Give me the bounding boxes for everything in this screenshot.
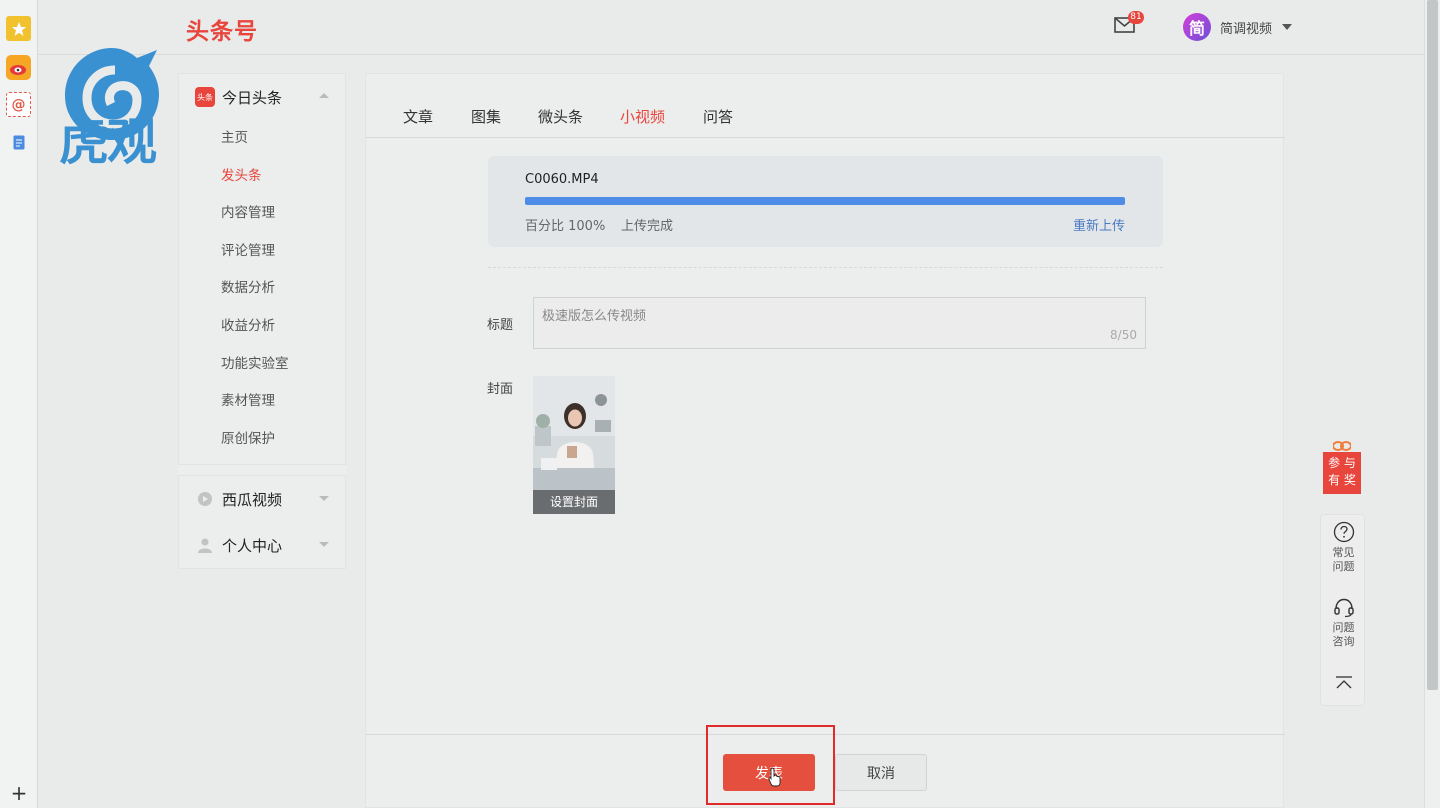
title-char-count: 8/50 — [1110, 328, 1137, 342]
gift-promo-badge[interactable]: 参 与 有 奖 — [1323, 438, 1361, 494]
sidebar-item-analytics[interactable]: 数据分析 — [179, 270, 345, 308]
publish-panel: 文章 图集 微头条 小视频 问答 C0060.MP4 百分比 100% 上传完成… — [365, 73, 1285, 808]
sidebar-group-title: 西瓜视频 — [222, 490, 283, 509]
chevron-down-icon — [1282, 24, 1293, 30]
tab-micro-toutiao[interactable]: 微头条 — [538, 106, 583, 127]
title-label: 标题 — [487, 318, 514, 333]
reupload-link[interactable]: 重新上传 — [1073, 215, 1125, 234]
sidebar-item-comments[interactable]: 评论管理 — [179, 233, 345, 271]
question-circle-icon — [1333, 521, 1354, 543]
document-icon[interactable] — [6, 130, 31, 155]
tab-gallery[interactable]: 图集 — [471, 106, 501, 127]
title-input[interactable]: 极速版怎么传视频 8/50 — [533, 297, 1146, 349]
sidebar-item-lab[interactable]: 功能实验室 — [179, 346, 345, 384]
left-sidebar: 头条 今日头条 主页 发头条 内容管理 评论管理 数据分析 收益分析 功能实验室… — [178, 73, 346, 570]
message-count-badge: 81 — [1128, 11, 1144, 24]
title-input-value: 极速版怎么传视频 — [542, 309, 647, 324]
upload-status-card: C0060.MP4 百分比 100% 上传完成 重新上传 — [488, 156, 1163, 247]
top-header: 头条号 81 简 简调视频 — [38, 0, 1424, 55]
sidebar-item-home[interactable]: 主页 — [179, 120, 345, 158]
hand-cursor-icon — [768, 767, 781, 787]
gift-box: 参 与 有 奖 — [1323, 452, 1361, 494]
sidebar-group-title: 今日头条 — [222, 88, 283, 107]
sidebar-item-publish[interactable]: 发头条 — [179, 158, 345, 196]
consult-button[interactable]: 问题 咨询 — [1321, 596, 1366, 649]
user-name: 简调视频 — [1220, 21, 1273, 37]
upload-progress-fill — [525, 197, 1125, 205]
faq-label-line2: 问题 — [1332, 560, 1355, 573]
xigua-video-icon — [195, 489, 215, 509]
user-menu[interactable]: 简 简调视频 — [1183, 12, 1293, 42]
user-icon — [195, 535, 215, 555]
browser-sidebar: @ + — [0, 0, 38, 808]
help-float-panel: 常见 问题 问题 咨询 — [1320, 514, 1365, 706]
email-at-icon[interactable]: @ — [6, 92, 31, 117]
chevron-up-icon — [319, 93, 329, 98]
sidebar-group-title: 个人中心 — [222, 536, 283, 555]
headset-icon — [1333, 598, 1354, 618]
publish-highlight-box — [706, 725, 835, 805]
upload-percent: 百分比 100% — [525, 219, 606, 234]
sidebar-group-xigua: 西瓜视频 个人中心 — [178, 475, 346, 570]
page-scrollbar[interactable] — [1424, 0, 1440, 808]
brand-title[interactable]: 头条号 — [186, 12, 258, 46]
tab-short-video[interactable]: 小视频 — [620, 106, 665, 127]
faq-label-line1: 常见 — [1332, 546, 1355, 559]
sidebar-group-header-xigua[interactable]: 西瓜视频 — [179, 476, 345, 522]
sidebar-item-content[interactable]: 内容管理 — [179, 195, 345, 233]
gift-bow-icon — [1333, 441, 1351, 451]
scrollbar-thumb[interactable] — [1427, 0, 1438, 690]
sidebar-group-header-toutiao[interactable]: 头条 今日头条 — [179, 74, 345, 120]
gift-text-line2: 有 奖 — [1328, 473, 1356, 487]
sidebar-group-header-personal[interactable]: 个人中心 — [179, 522, 345, 568]
gift-text-line1: 参 与 — [1328, 456, 1356, 470]
cover-label: 封面 — [487, 382, 514, 397]
consult-label-line1: 问题 — [1332, 621, 1355, 634]
chevron-down-icon — [319, 542, 329, 548]
back-to-top-icon — [1335, 676, 1352, 689]
faq-button[interactable]: 常见 问题 — [1321, 521, 1366, 574]
chevron-down-icon — [319, 496, 329, 502]
weibo-icon[interactable] — [6, 55, 31, 80]
file-name: C0060.MP4 — [525, 172, 599, 187]
toutiao-icon: 头条 — [195, 87, 215, 107]
content-type-tabs: 文章 图集 微头条 小视频 问答 — [366, 102, 1285, 138]
cover-image — [533, 376, 615, 490]
back-to-top-button[interactable] — [1321, 675, 1366, 694]
tab-article[interactable]: 文章 — [403, 106, 433, 127]
divider — [488, 267, 1163, 268]
sidebar-item-originality[interactable]: 原创保护 — [179, 421, 345, 459]
set-cover-button[interactable]: 设置封面 — [533, 490, 615, 514]
cover-thumbnail[interactable]: 设置封面 — [533, 376, 615, 514]
avatar: 简 — [1183, 13, 1211, 41]
cancel-button[interactable]: 取消 — [835, 754, 927, 791]
upload-status: 上传完成 — [621, 219, 674, 234]
favorites-star-icon[interactable] — [6, 16, 31, 41]
add-icon[interactable]: + — [10, 783, 28, 803]
logo-text: 虎观 — [59, 113, 157, 171]
sidebar-item-revenue[interactable]: 收益分析 — [179, 308, 345, 346]
consult-label-line2: 咨询 — [1332, 635, 1355, 648]
sidebar-item-materials[interactable]: 素材管理 — [179, 383, 345, 421]
tab-qa[interactable]: 问答 — [703, 106, 733, 127]
upload-progress-bar — [525, 197, 1125, 205]
sidebar-group-toutiao: 头条 今日头条 主页 发头条 内容管理 评论管理 数据分析 收益分析 功能实验室… — [178, 73, 346, 466]
